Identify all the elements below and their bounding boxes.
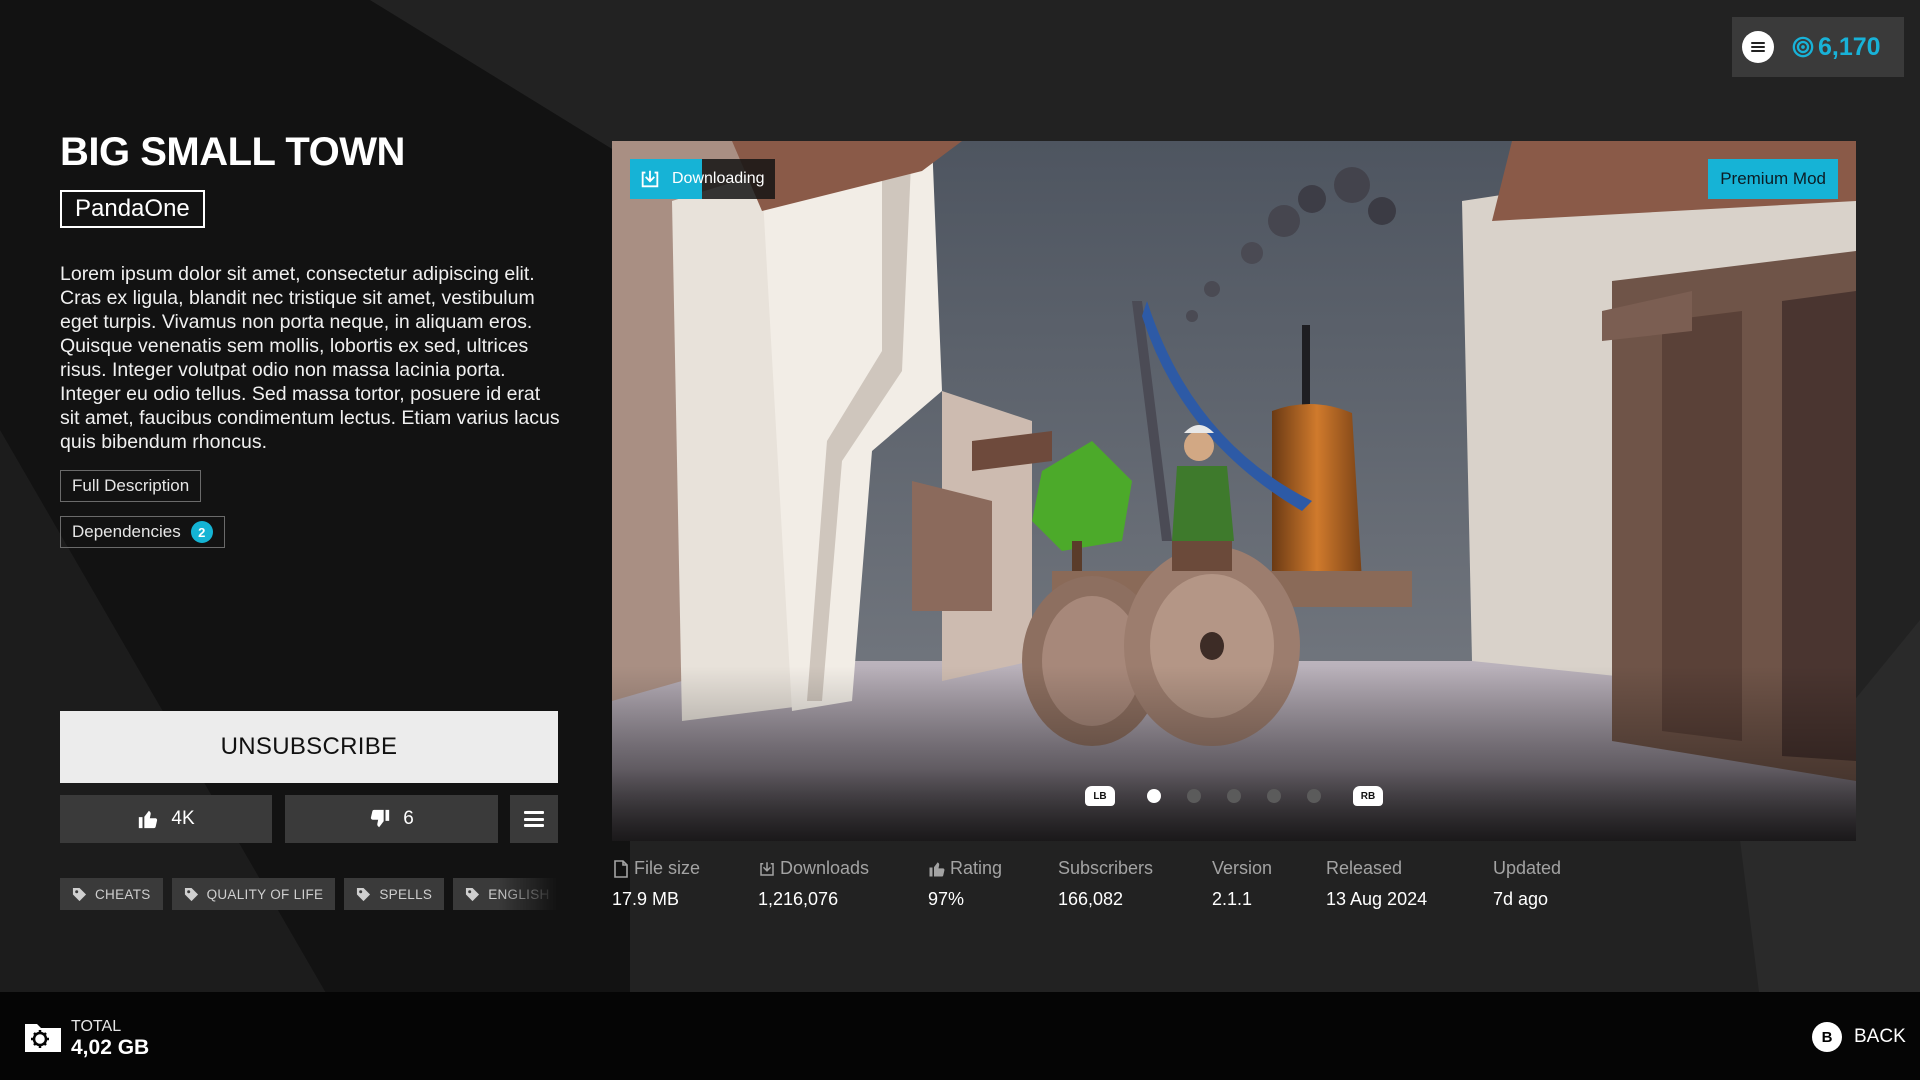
stat-subscribers: Subscribers 166,082: [1058, 858, 1153, 910]
stat-value: 13 Aug 2024: [1326, 889, 1428, 909]
stat-downloads: Downloads 1,216,076: [758, 858, 869, 910]
stat-label-text: Released: [1326, 858, 1403, 878]
carousel-dot[interactable]: [1227, 789, 1241, 803]
stat-label: File size: [612, 858, 700, 879]
tag-list: CHEATS QUALITY OF LIFE SPELLS ENGLISH: [60, 878, 558, 912]
download-icon: [630, 159, 670, 199]
author-button[interactable]: PandaOne: [60, 190, 205, 228]
stat-value: 166,082: [1058, 889, 1124, 909]
tag-chip[interactable]: SPELLS: [344, 878, 445, 910]
tag-label: QUALITY OF LIFE: [206, 886, 324, 902]
full-description-label: Full Description: [72, 476, 190, 495]
wallet-panel: 6,170: [1732, 17, 1904, 77]
stat-label: Subscribers: [1058, 858, 1153, 879]
unsubscribe-button[interactable]: UNSUBSCRIBE: [60, 711, 558, 783]
coin-balance: 6,170: [1792, 33, 1881, 62]
b-button-icon: B: [1812, 1022, 1842, 1052]
previous-slide-button[interactable]: LB: [1085, 786, 1115, 806]
tag-label: CHEATS: [95, 886, 151, 902]
stat-label: Updated: [1493, 858, 1561, 879]
next-slide-button[interactable]: RB: [1353, 786, 1383, 806]
thumbs-up-icon: [139, 810, 158, 829]
screenshot-image: [612, 141, 1856, 841]
stat-label: Downloads: [758, 858, 869, 879]
stat-label-text: Rating: [950, 858, 1003, 878]
stat-label: Rating: [928, 858, 1002, 879]
tag-chip[interactable]: QUALITY OF LIFE: [171, 878, 336, 910]
tag-icon: [357, 887, 371, 901]
stat-label: Version: [1212, 858, 1272, 879]
carousel-dot[interactable]: [1267, 789, 1281, 803]
dependencies-count-badge: 2: [190, 521, 213, 543]
tag-label: ENGLISH: [488, 886, 550, 902]
tag-icon: [184, 887, 198, 901]
more-options-button[interactable]: [510, 795, 558, 843]
stat-released: Released 13 Aug 2024: [1326, 858, 1427, 910]
dependencies-label: Dependencies: [72, 522, 181, 541]
carousel-controls: LB RB: [612, 784, 1856, 808]
thumbs-down-icon: [371, 809, 390, 828]
dependencies-button[interactable]: Dependencies 2: [60, 516, 225, 548]
download-icon: [760, 861, 774, 876]
tag-chip[interactable]: ENGLISH: [453, 878, 558, 910]
stat-value: 17.9 MB: [612, 889, 680, 909]
tag-icon: [466, 887, 480, 901]
tag-label: SPELLS: [379, 886, 433, 902]
stat-label-text: File size: [634, 858, 701, 878]
stat-value: 1,216,076: [758, 889, 839, 909]
menu-icon: [1751, 42, 1765, 52]
coin-icon: [1792, 36, 1814, 58]
stat-label-text: Updated: [1493, 858, 1562, 878]
dislike-count: 6: [403, 808, 414, 829]
storage-total-value: 4,02 GB: [71, 1036, 150, 1059]
mod-description: Lorem ipsum dolor sit amet, consectetur …: [60, 263, 560, 453]
download-status-text: Downloading: [672, 170, 765, 187]
footer-bar: TOTAL 4,02 GB B BACK: [0, 992, 1920, 1080]
stat-rating: Rating 97%: [928, 858, 1002, 910]
full-description-button[interactable]: Full Description: [60, 470, 202, 502]
back-label: BACK: [1854, 1026, 1906, 1047]
download-status-badge: Downloading: [630, 159, 775, 199]
stat-label-text: Subscribers: [1058, 858, 1154, 878]
carousel-dot[interactable]: [1307, 789, 1321, 803]
menu-icon: [524, 811, 544, 827]
stat-value: 97%: [928, 889, 965, 909]
storage-total-label: TOTAL: [71, 1018, 122, 1035]
stat-value: 2.1.1: [1212, 889, 1253, 909]
mod-details-screen: BIG SMALL TOWN PandaOne Lorem ipsum dolo…: [0, 0, 1920, 1080]
dislike-button[interactable]: 6: [285, 795, 498, 843]
stat-label: Released: [1326, 858, 1427, 879]
main-menu-button[interactable]: [1742, 31, 1774, 63]
stat-label-text: Downloads: [780, 858, 870, 878]
thumbs-up-icon: [929, 861, 945, 876]
premium-mod-badge: Premium Mod: [1708, 159, 1838, 199]
tag-icon: [72, 887, 87, 901]
stat-value: 7d ago: [1493, 889, 1549, 909]
carousel-dots: [1147, 789, 1321, 803]
coin-balance-value: 6,170: [1818, 32, 1881, 61]
stat-updated: Updated 7d ago: [1493, 858, 1561, 910]
stat-file-size: File size 17.9 MB: [612, 858, 700, 910]
storage-folder-icon: [25, 1024, 61, 1052]
file-icon: [614, 859, 628, 878]
media-viewer[interactable]: Downloading Premium Mod LB RB: [612, 141, 1856, 841]
carousel-dot[interactable]: [1147, 789, 1161, 803]
like-count: 4K: [171, 808, 195, 829]
tag-chip[interactable]: CHEATS: [60, 878, 163, 910]
stat-label-text: Version: [1212, 858, 1273, 878]
carousel-dot[interactable]: [1187, 789, 1201, 803]
mod-title: BIG SMALL TOWN: [60, 130, 405, 174]
like-button[interactable]: 4K: [60, 795, 272, 843]
back-button[interactable]: B BACK: [1806, 1021, 1912, 1053]
stat-version: Version 2.1.1: [1212, 858, 1272, 910]
